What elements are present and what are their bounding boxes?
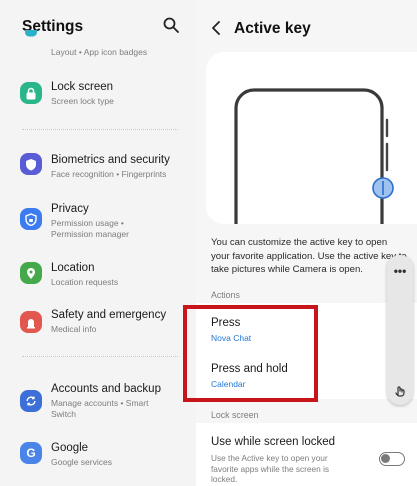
lock-option-sub: Use the Active key to open your favorite… bbox=[211, 453, 330, 484]
item-title: Lock screen bbox=[51, 81, 114, 93]
settings-panel: Settings Layout • App icon badges Lock s… bbox=[0, 0, 196, 486]
toggle-knob bbox=[381, 454, 390, 463]
description-text: You can customize the active key to open… bbox=[211, 237, 407, 275]
item-sub: Manage accounts • Smart Switch bbox=[51, 398, 149, 419]
item-title: Biometrics and security bbox=[51, 154, 170, 166]
item-title: Privacy bbox=[51, 203, 89, 215]
edge-panel[interactable]: ••• bbox=[387, 255, 413, 405]
settings-item-safety[interactable]: Safety and emergency Medical info bbox=[0, 307, 196, 343]
settings-item-google[interactable]: G Google Google services bbox=[0, 440, 196, 476]
shield-icon bbox=[20, 153, 42, 175]
item-sub: Medical info bbox=[51, 324, 97, 334]
lock-screen-toggle[interactable] bbox=[379, 452, 405, 466]
item-sub: Google services bbox=[51, 457, 112, 467]
item-title: Location bbox=[51, 262, 95, 274]
divider bbox=[22, 356, 178, 357]
settings-item-accounts-backup[interactable]: Accounts and backup Manage accounts • Sm… bbox=[0, 380, 196, 424]
item-sub: Location requests bbox=[51, 277, 119, 287]
lock-screen-section-label: Lock screen bbox=[211, 410, 259, 420]
settings-item-location[interactable]: Location Location requests bbox=[0, 258, 196, 294]
item-sub: Screen lock type bbox=[51, 96, 114, 106]
divider bbox=[22, 129, 178, 130]
item-sub: Face recognition • Fingerprints bbox=[51, 169, 167, 179]
settings-item-privacy[interactable]: Privacy Permission usage • Permission ma… bbox=[0, 198, 196, 242]
home-screen-icon bbox=[25, 30, 37, 37]
sync-icon bbox=[20, 390, 42, 412]
phone-illustration-card bbox=[206, 52, 417, 224]
lock-option-title: Use while screen locked bbox=[211, 436, 336, 448]
item-title: Safety and emergency bbox=[51, 309, 167, 321]
page-title: Active key bbox=[234, 20, 311, 37]
item-sub: Permission usage • Permission manager bbox=[51, 218, 129, 239]
screen: Settings Layout • App icon badges Lock s… bbox=[0, 0, 417, 486]
lock-screen-option[interactable]: Use while screen locked Use the Active k… bbox=[196, 423, 417, 486]
highlight-box bbox=[183, 305, 318, 402]
hand-icon[interactable] bbox=[393, 383, 407, 397]
back-arrow-icon[interactable] bbox=[210, 20, 222, 36]
active-key-panel: Active key You can customize the active … bbox=[196, 0, 417, 486]
settings-item-lock-screen[interactable]: Lock screen Screen lock type bbox=[0, 76, 196, 112]
home-screen-sub: Layout • App icon badges bbox=[51, 47, 148, 57]
privacy-shield-icon bbox=[20, 208, 42, 230]
phone-outline-illustration bbox=[234, 88, 394, 224]
item-title: Accounts and backup bbox=[51, 383, 161, 395]
item-title: Google bbox=[51, 442, 89, 454]
google-icon: G bbox=[20, 442, 42, 464]
search-icon[interactable] bbox=[162, 16, 180, 34]
emergency-icon bbox=[20, 311, 42, 333]
lock-icon bbox=[20, 82, 42, 104]
location-pin-icon bbox=[20, 262, 42, 284]
more-options-icon[interactable]: ••• bbox=[387, 264, 413, 278]
actions-section-label: Actions bbox=[211, 290, 240, 300]
settings-item-biometrics[interactable]: Biometrics and security Face recognition… bbox=[0, 149, 196, 185]
